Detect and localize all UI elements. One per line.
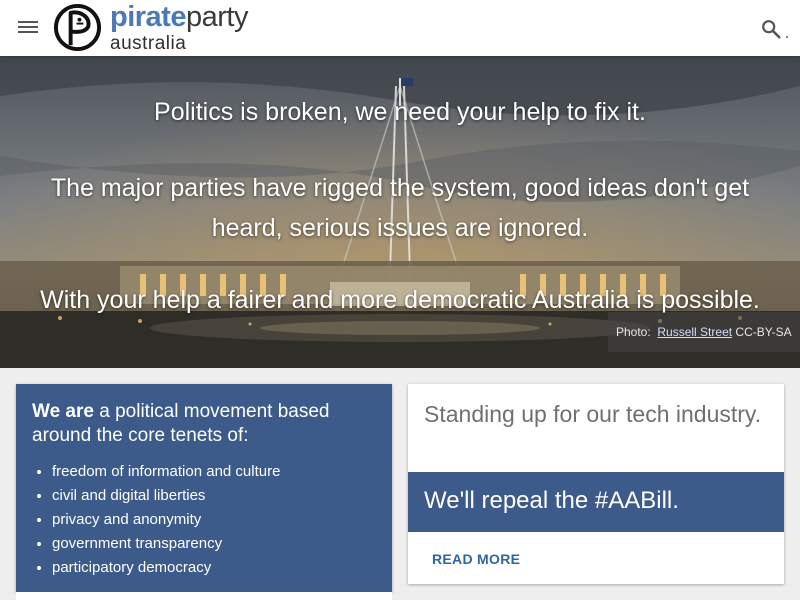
top-app-bar: pirateparty australia bbox=[0, 0, 800, 56]
hero-banner: Politics is broken, we need your help to… bbox=[0, 56, 800, 368]
logo-word-party: party bbox=[185, 1, 248, 33]
feature-banner: We'll repeal the #AABill. bbox=[408, 472, 784, 532]
hamburger-menu-icon[interactable] bbox=[18, 19, 38, 37]
tenets-list: freedom of information and culture civil… bbox=[52, 460, 280, 580]
header-dot bbox=[786, 36, 788, 38]
feature-card: Standing up for our tech industry. We'll… bbox=[408, 384, 784, 584]
logo-subtitle: australia bbox=[110, 33, 187, 54]
read-more-button[interactable]: READ MORE bbox=[432, 551, 520, 567]
search-icon[interactable] bbox=[760, 18, 782, 40]
hero-headline: Politics is broken, we need your help to… bbox=[154, 98, 646, 126]
tenet-item: participatory democracy bbox=[52, 556, 280, 580]
about-intro-bold: We are bbox=[32, 401, 94, 422]
about-card: We are a political movement based around… bbox=[16, 384, 392, 592]
logo-word-pirate: pirate bbox=[110, 1, 186, 33]
about-intro: We are a political movement based around… bbox=[32, 400, 372, 448]
photo-credit-prefix: Photo: bbox=[616, 325, 651, 339]
photo-credit-license: CC-BY-SA bbox=[735, 325, 792, 339]
pirate-party-logo[interactable]: pirateparty australia bbox=[53, 0, 283, 54]
tenet-item: freedom of information and culture bbox=[52, 460, 280, 484]
photo-credit: Photo: Russell Street CC-BY-SA bbox=[608, 312, 800, 352]
logo-wordmark: pirateparty bbox=[110, 0, 248, 34]
feature-title: Standing up for our tech industry. bbox=[424, 401, 762, 427]
feature-banner-text: We'll repeal the #AABill. bbox=[424, 487, 679, 514]
tenet-item: civil and digital liberties bbox=[52, 484, 280, 508]
tenet-item: privacy and anonymity bbox=[52, 508, 280, 532]
hero-subtext: The major parties have rigged the system… bbox=[50, 174, 750, 242]
next-card-edge bbox=[16, 592, 392, 600]
tenet-item: government transparency bbox=[52, 532, 280, 556]
photo-credit-link[interactable]: Russell Street bbox=[657, 325, 732, 339]
pirate-sail-logo-icon bbox=[53, 3, 102, 52]
